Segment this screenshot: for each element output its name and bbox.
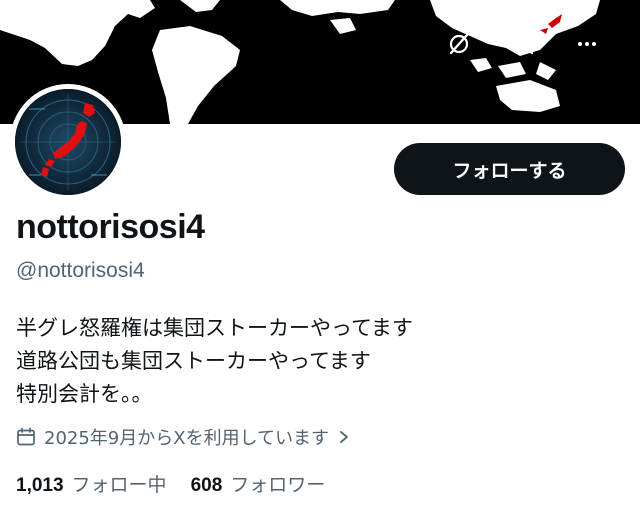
followers-label: フォロワー <box>230 474 326 496</box>
japan-map-radar-avatar-icon <box>15 89 121 195</box>
followers-stat-link[interactable]: 608 フォロワー <box>191 470 326 497</box>
following-stat-link[interactable]: 1,013 フォロー中 <box>16 470 167 497</box>
chevron-right-icon <box>337 429 351 445</box>
bio-line: 特別会計を。。 <box>16 382 153 406</box>
follow-stats: 1,013 フォロー中 608 フォロワー <box>16 470 325 497</box>
more-horizontal-icon <box>578 42 596 46</box>
search-button[interactable] <box>505 26 541 62</box>
joined-date-row[interactable]: 2025年9月からXを利用しています <box>16 424 351 450</box>
more-options-button[interactable] <box>569 26 605 62</box>
follow-button[interactable]: フォローする <box>394 143 625 195</box>
grok-icon <box>449 33 469 55</box>
calendar-icon <box>16 427 36 447</box>
user-handle: @nottorisosi4 <box>16 259 145 282</box>
display-name: nottorisosi4 <box>16 208 205 246</box>
bio-line: 道路公団も集団ストーカーやってます <box>16 349 371 373</box>
grok-button[interactable] <box>441 26 477 62</box>
avatar[interactable] <box>15 89 121 195</box>
following-count: 1,013 <box>16 475 64 496</box>
search-icon <box>512 33 534 55</box>
joined-date-text: 2025年9月からXを利用しています <box>44 428 330 449</box>
profile-bio: 半グレ怒羅権は集団ストーカーやってます 道路公団も集団ストーカーやってます 特別… <box>16 312 413 411</box>
avatar-ring <box>10 84 126 200</box>
back-button[interactable] <box>34 26 70 62</box>
arrow-left-icon <box>42 35 62 53</box>
followers-count: 608 <box>190 475 223 496</box>
following-label: フォロー中 <box>71 474 167 496</box>
bio-line: 半グレ怒羅権は集団ストーカーやってます <box>16 316 413 340</box>
